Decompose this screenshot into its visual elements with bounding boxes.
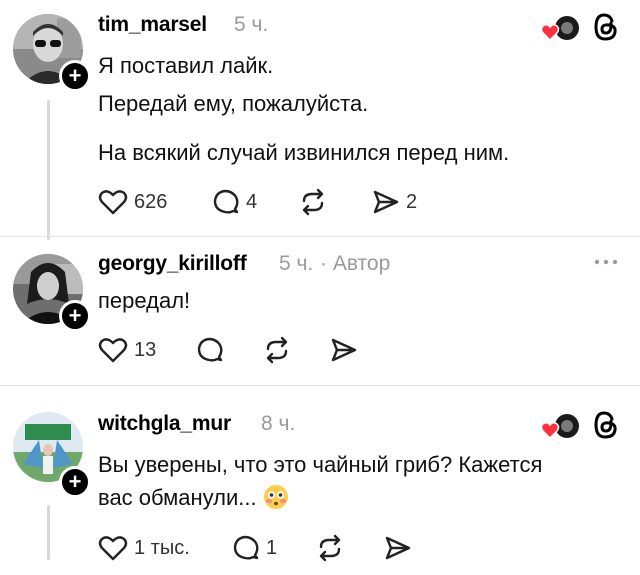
follow-plus-button[interactable]: +	[59, 300, 91, 332]
threads-logo-icon[interactable]	[592, 12, 620, 42]
comment-text-line: Вы уверены, что это чайный гриб? Кажется	[98, 452, 543, 477]
threads-logo-icon[interactable]	[592, 410, 620, 440]
share-button[interactable]	[384, 534, 412, 562]
thread-line	[47, 100, 50, 240]
reply-button[interactable]: 4	[212, 188, 257, 216]
like-count: 13	[134, 338, 157, 361]
more-icon[interactable]	[592, 252, 620, 272]
like-button[interactable]: 13	[98, 336, 156, 364]
heart-icon	[98, 338, 128, 363]
username[interactable]: tim_marsel	[98, 13, 207, 37]
share-button[interactable]	[330, 336, 358, 364]
heart-icon	[98, 536, 128, 561]
like-button[interactable]: 1 тыс.	[98, 534, 190, 562]
heart-icon	[98, 190, 128, 215]
repost-icon	[319, 534, 341, 562]
timestamp: 5 ч.	[234, 13, 269, 36]
comment-text-line: На всякий случай извинился перед ним.	[98, 140, 510, 165]
repost-button[interactable]	[315, 534, 345, 562]
comment-text-tail: вас обманули...	[98, 485, 257, 510]
author-badge: · Автор	[320, 252, 391, 275]
reply-count: 1	[266, 536, 278, 559]
comment-text-line: передал!	[98, 288, 191, 313]
send-icon	[331, 338, 357, 362]
like-count: 626	[134, 190, 168, 213]
thread-line	[47, 505, 50, 560]
timestamp: 8 ч.	[261, 412, 296, 435]
follow-plus-button[interactable]: +	[59, 60, 91, 92]
username[interactable]: georgy_kirilloff	[98, 252, 247, 276]
reply-button[interactable]: 1	[232, 534, 277, 562]
comment-text-line: Я поставил лайк.	[98, 53, 274, 78]
like-count: 1 тыс.	[134, 536, 190, 559]
like-button[interactable]: 626	[98, 188, 167, 216]
repost-icon	[302, 188, 324, 216]
repost-button[interactable]	[298, 188, 328, 216]
follow-plus-button[interactable]: +	[59, 466, 91, 498]
flushed-emoji-icon	[263, 485, 288, 509]
divider	[0, 236, 640, 237]
reply-button[interactable]	[196, 336, 224, 364]
timestamp: 5 ч.	[279, 252, 314, 275]
liked-by-author-indicator	[541, 14, 581, 44]
comment-icon	[213, 189, 239, 214]
comment-icon	[233, 535, 259, 560]
send-icon	[385, 536, 411, 560]
comment-text-line: Передай ему, пожалуйста.	[98, 91, 369, 116]
reply-count: 4	[246, 190, 258, 213]
comment-icon	[197, 337, 223, 362]
share-button[interactable]: 2	[372, 188, 417, 216]
share-count: 2	[406, 190, 418, 213]
repost-icon	[266, 336, 288, 364]
liked-by-author-indicator	[541, 412, 581, 442]
repost-button[interactable]	[262, 336, 292, 364]
comment-text-line: вас обманули...	[98, 483, 289, 513]
divider	[0, 385, 640, 386]
send-icon	[373, 190, 399, 214]
username[interactable]: witchgla_mur	[98, 412, 231, 436]
